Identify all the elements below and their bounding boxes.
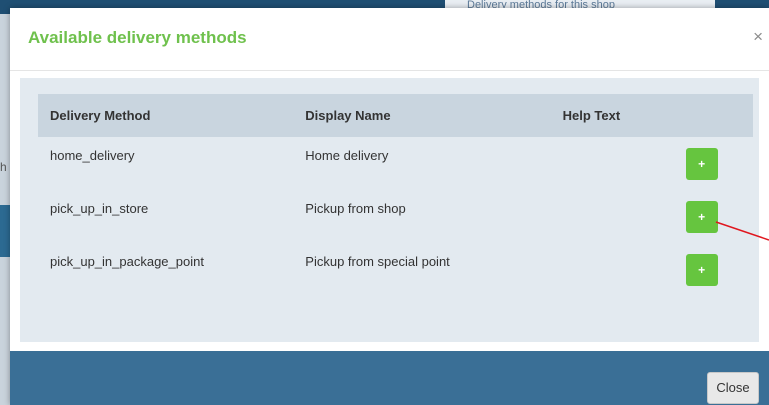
delivery-methods-modal: Available delivery methods × Delivery Me… [10, 8, 769, 405]
cell-method: pick_up_in_store [38, 190, 293, 243]
modal-body: Delivery Method Display Name Help Text h… [20, 78, 759, 342]
method-text: pick_up_in_store [50, 201, 149, 216]
cell-display: Home delivery [293, 137, 550, 190]
display-name-text: Pickup from shop [305, 201, 406, 216]
cell-help [551, 190, 674, 243]
table-row: pick_up_in_store Pickup from shop + [38, 190, 753, 243]
add-delivery-method-button[interactable]: + [685, 253, 718, 286]
method-text: pick_up_in_package_point [50, 254, 204, 269]
cell-method: pick_up_in_package_point [38, 243, 293, 296]
table-row: pick_up_in_package_point Pickup from spe… [38, 243, 753, 296]
cell-action: + [674, 137, 753, 190]
cell-action: + [674, 243, 753, 296]
header-delivery-method: Delivery Method [38, 94, 294, 137]
display-name-text: Home delivery [305, 148, 389, 163]
delivery-methods-table: Delivery Method Display Name Help Text h… [38, 94, 753, 296]
table-header-row: Delivery Method Display Name Help Text [38, 94, 753, 137]
cell-method: home_delivery [38, 137, 293, 190]
header-help-text: Help Text [550, 94, 674, 137]
cell-display: Pickup from shop [293, 190, 550, 243]
add-delivery-method-button[interactable]: + [685, 147, 718, 180]
background-left-band [0, 205, 10, 257]
method-text: home_delivery [50, 148, 135, 163]
cell-action: + [674, 190, 753, 243]
add-delivery-method-button[interactable]: + [685, 200, 718, 233]
cell-help [551, 137, 674, 190]
modal-title: Available delivery methods [28, 28, 247, 47]
plus-icon: + [698, 209, 706, 224]
close-icon[interactable]: × [753, 27, 763, 47]
table-row: home_delivery Home delivery + [38, 137, 753, 190]
header-actions [673, 94, 753, 137]
plus-icon: + [698, 156, 706, 171]
modal-header: Available delivery methods × [10, 8, 769, 71]
modal-footer: Close [10, 351, 769, 405]
header-display-name: Display Name [293, 94, 551, 137]
cell-help [551, 243, 674, 296]
close-button[interactable]: Close [707, 372, 759, 404]
plus-icon: + [698, 262, 706, 277]
cell-display: Pickup from special point [293, 243, 550, 296]
background-left-char: h [0, 160, 7, 174]
display-name-text: Pickup from special point [305, 254, 450, 269]
